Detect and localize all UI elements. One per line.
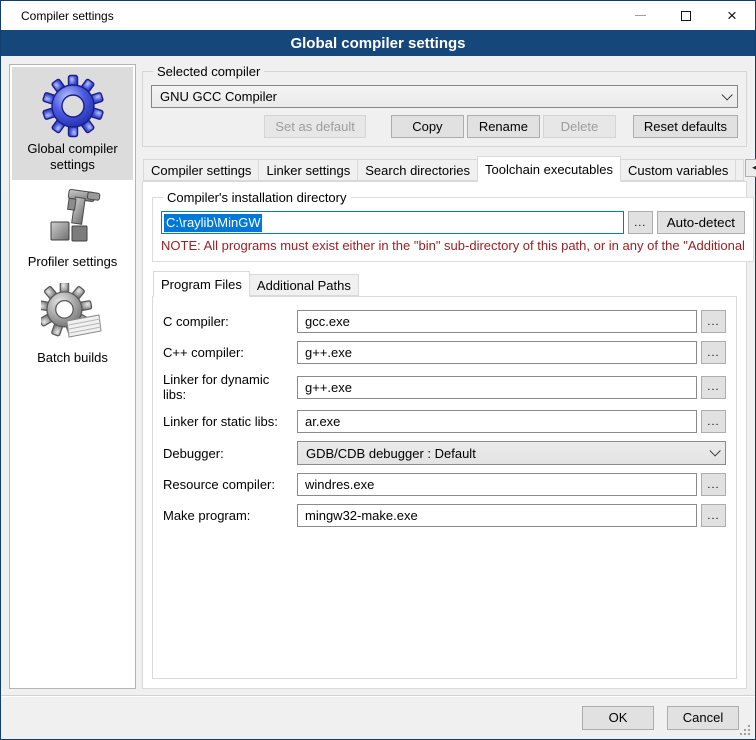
installation-directory-input[interactable]: C:\raylib\MinGW: [161, 211, 624, 234]
compiler-select-value: GNU GCC Compiler: [160, 89, 721, 104]
tab-toolchain-executables[interactable]: Toolchain executables: [477, 156, 621, 182]
field-label: Debugger:: [163, 446, 297, 461]
rename-button[interactable]: Rename: [467, 115, 540, 138]
field-value: gcc.exe: [305, 314, 350, 329]
installation-directory-value: C:\raylib\MinGW: [164, 214, 262, 232]
resource-compiler-browse-button[interactable]: ...: [701, 473, 726, 496]
cpp-compiler-input[interactable]: g++.exe: [297, 341, 697, 364]
installation-directory-group: Compiler's installation directory C:\ray…: [152, 190, 754, 262]
arrow-left-icon: ◄: [750, 163, 756, 172]
c-compiler-browse-button[interactable]: ...: [701, 310, 726, 333]
compiler-select[interactable]: GNU GCC Compiler: [151, 85, 738, 108]
set-as-default-button[interactable]: Set as default: [264, 115, 366, 138]
field-row-debugger: Debugger: GDB/CDB debugger : Default: [163, 441, 726, 465]
selected-compiler-legend: Selected compiler: [153, 64, 264, 79]
gray-gear-stack-icon: [41, 283, 105, 347]
maximize-icon: [681, 11, 691, 21]
installation-directory-legend: Compiler's installation directory: [163, 190, 351, 205]
field-row-resource-compiler: Resource compiler: windres.exe ...: [163, 473, 726, 496]
settings-sidebar: Global compiler settings: [9, 64, 136, 689]
tab-scroll-left-button[interactable]: ◄: [745, 159, 756, 177]
field-value: g++.exe: [305, 345, 352, 360]
installation-directory-row: C:\raylib\MinGW ... Auto-detect: [161, 211, 745, 234]
tab-linker-settings[interactable]: Linker settings: [258, 159, 358, 181]
sidebar-item-label: Batch builds: [37, 350, 108, 366]
field-row-c-compiler: C compiler: gcc.exe ...: [163, 310, 726, 333]
close-icon: ×: [727, 7, 737, 24]
minimize-icon: [635, 15, 646, 16]
field-label: Linker for dynamic libs:: [163, 372, 297, 402]
field-label: C compiler:: [163, 314, 297, 329]
cpp-compiler-browse-button[interactable]: ...: [701, 341, 726, 364]
field-row-linker-dynamic: Linker for dynamic libs: g++.exe ...: [163, 372, 726, 402]
chevron-down-icon: [709, 445, 720, 456]
minimize-button[interactable]: [617, 1, 663, 30]
sidebar-item-label: Global compiler settings: [14, 141, 131, 174]
program-files-tabstrip: Program Files Additional Paths: [152, 271, 737, 296]
tab-scroll-arrows: ◄ ►: [745, 159, 756, 177]
caliper-blocks-icon: [41, 187, 105, 251]
ok-button[interactable]: OK: [582, 706, 654, 730]
tab-search-directories[interactable]: Search directories: [357, 159, 478, 181]
tab-additional-paths[interactable]: Additional Paths: [249, 274, 359, 296]
field-label: Linker for static libs:: [163, 414, 297, 429]
make-program-browse-button[interactable]: ...: [701, 504, 726, 527]
tab-compiler-settings[interactable]: Compiler settings: [143, 159, 259, 181]
field-label: Resource compiler:: [163, 477, 297, 492]
dialog-content: Global compiler settings: [1, 56, 755, 695]
chevron-down-icon: [721, 89, 732, 100]
dialog-banner: Global compiler settings: [1, 30, 755, 56]
resize-grip[interactable]: [748, 733, 750, 735]
c-compiler-input[interactable]: gcc.exe: [297, 310, 697, 333]
blue-gear-icon: [41, 74, 105, 138]
field-value: g++.exe: [305, 380, 352, 395]
installation-directory-browse-button[interactable]: ...: [628, 211, 653, 234]
make-program-input[interactable]: mingw32-make.exe: [297, 504, 697, 527]
toolchain-executables-panel: Compiler's installation directory C:\ray…: [142, 181, 747, 689]
linker-static-input[interactable]: ar.exe: [297, 410, 697, 433]
delete-button[interactable]: Delete: [543, 115, 616, 138]
cancel-button[interactable]: Cancel: [667, 706, 739, 730]
field-row-cpp-compiler: C++ compiler: g++.exe ...: [163, 341, 726, 364]
reset-defaults-button[interactable]: Reset defaults: [633, 115, 738, 138]
main-panel: Selected compiler GNU GCC Compiler Set a…: [142, 64, 747, 689]
sidebar-item-global-compiler-settings[interactable]: Global compiler settings: [12, 67, 133, 180]
compiler-buttons-row: Set as default Copy Rename Delete Reset …: [151, 115, 738, 138]
auto-detect-button[interactable]: Auto-detect: [657, 211, 745, 234]
sidebar-item-profiler-settings[interactable]: Profiler settings: [12, 180, 133, 276]
field-label: C++ compiler:: [163, 345, 297, 360]
settings-tabstrip: Compiler settings Linker settings Search…: [142, 156, 747, 181]
field-value: mingw32-make.exe: [305, 508, 418, 523]
field-row-make-program: Make program: mingw32-make.exe ...: [163, 504, 726, 527]
banner-title: Global compiler settings: [290, 35, 465, 52]
linker-dynamic-input[interactable]: g++.exe: [297, 376, 697, 399]
installation-directory-note: NOTE: All programs must exist either in …: [161, 238, 745, 253]
dialog-footer: OK Cancel: [1, 695, 755, 739]
window-controls: ×: [617, 1, 755, 30]
field-value: windres.exe: [305, 477, 374, 492]
compiler-settings-dialog: Compiler settings × Global compiler sett…: [0, 0, 756, 740]
sidebar-item-label: Profiler settings: [28, 254, 118, 270]
resource-compiler-input[interactable]: windres.exe: [297, 473, 697, 496]
linker-dynamic-browse-button[interactable]: ...: [701, 376, 726, 399]
selected-compiler-group: Selected compiler GNU GCC Compiler Set a…: [142, 64, 747, 147]
sidebar-item-batch-builds[interactable]: Batch builds: [12, 276, 133, 372]
maximize-button[interactable]: [663, 1, 709, 30]
tab-custom-variables[interactable]: Custom variables: [620, 159, 736, 181]
title-bar[interactable]: Compiler settings ×: [1, 1, 755, 30]
close-button[interactable]: ×: [709, 1, 755, 30]
program-files-panel: C compiler: gcc.exe ... C++ compiler: g+…: [152, 296, 737, 679]
debugger-select-value: GDB/CDB debugger : Default: [306, 446, 709, 461]
field-row-linker-static: Linker for static libs: ar.exe ...: [163, 410, 726, 433]
copy-button[interactable]: Copy: [391, 115, 464, 138]
tab-program-files[interactable]: Program Files: [153, 271, 250, 297]
field-value: ar.exe: [305, 414, 340, 429]
field-label: Make program:: [163, 508, 297, 523]
window-title: Compiler settings: [1, 9, 114, 23]
linker-static-browse-button[interactable]: ...: [701, 410, 726, 433]
debugger-select[interactable]: GDB/CDB debugger : Default: [297, 441, 726, 465]
tab-build-options[interactable]: Build options: [735, 159, 744, 181]
